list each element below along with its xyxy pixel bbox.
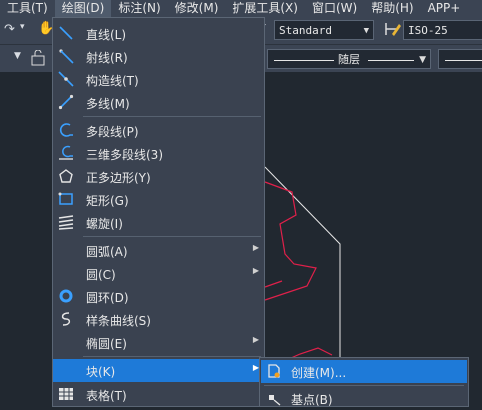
- menu-tools[interactable]: 工具(T): [0, 0, 55, 17]
- submenu-item-create-block[interactable]: 创建(M)...: [261, 360, 467, 383]
- menu-extended-tools[interactable]: 扩展工具(X): [225, 0, 305, 17]
- menu-item-label: 多线(M): [86, 97, 130, 111]
- construction-line-icon: [58, 71, 74, 87]
- chevron-down-icon[interactable]: ▼: [14, 51, 21, 61]
- menu-dimension[interactable]: 标注(N): [111, 0, 167, 17]
- menu-item-polygon[interactable]: 正多边形(Y): [53, 165, 264, 188]
- line-icon: [59, 26, 73, 40]
- submenu-arrow-icon: ▶: [252, 243, 259, 252]
- menu-item-label: 圆弧(A): [86, 245, 128, 259]
- menu-item-block[interactable]: 块(K) ▶: [53, 359, 264, 382]
- base-point-icon: [269, 395, 281, 406]
- menu-item-label: 样条曲线(S): [86, 314, 151, 328]
- spline-icon: [61, 312, 71, 326]
- rectangle-icon: [58, 192, 73, 205]
- menu-window[interactable]: 窗口(W): [305, 0, 364, 17]
- menu-item-label: 正多边形(Y): [86, 171, 151, 185]
- redo-dropdown-icon[interactable]: ▾: [20, 22, 25, 32]
- block-submenu: 创建(M)... 基点(B): [259, 357, 469, 407]
- menu-item-ray[interactable]: 射线(R): [53, 45, 264, 68]
- menu-bar: 工具(T) 绘图(D) 标注(N) 修改(M) 扩展工具(X) 窗口(W) 帮助…: [0, 0, 482, 17]
- menu-app-plus[interactable]: APP+: [421, 0, 468, 17]
- menu-item-circle[interactable]: 圆(C) ▶: [53, 262, 264, 285]
- multiline-icon: [58, 94, 74, 110]
- menu-item-construction-line[interactable]: 构造线(T): [53, 68, 264, 91]
- ray-icon: [59, 49, 74, 64]
- create-block-icon: [268, 364, 280, 378]
- menu-item-label: 基点(B): [291, 393, 333, 407]
- menu-item-label: 三维多段线(3): [86, 148, 163, 162]
- menu-item-label: 矩形(G): [86, 194, 129, 208]
- menu-item-donut[interactable]: 圆环(D): [53, 285, 264, 308]
- lineweight-preview: [445, 60, 482, 61]
- menu-item-label: 表格(T): [86, 389, 127, 403]
- menu-item-arc[interactable]: 圆弧(A) ▶: [53, 239, 264, 262]
- menu-separator: [83, 356, 261, 357]
- red-polyline-upper: [264, 181, 317, 301]
- menu-draw[interactable]: 绘图(D): [54, 0, 112, 17]
- submenu-item-base-point[interactable]: 基点(B): [261, 387, 467, 410]
- menu-item-label: 直线(L): [86, 28, 127, 42]
- menu-item-multiline[interactable]: 多线(M): [53, 91, 264, 114]
- text-style-select[interactable]: Standard ▼: [274, 20, 374, 40]
- menu-item-rectangle[interactable]: 矩形(G): [53, 188, 264, 211]
- menu-item-label: 射线(R): [86, 51, 128, 65]
- menu-separator: [264, 385, 464, 386]
- menu-item-label: 螺旋(I): [86, 217, 123, 231]
- red-polyline-stub: [264, 280, 283, 288]
- lineweight-select[interactable]: [438, 49, 482, 69]
- submenu-arrow-icon: ▶: [252, 335, 259, 344]
- menu-item-3d-polyline[interactable]: 三维多段线(3): [53, 142, 264, 165]
- linetype-select[interactable]: 随层 ▼: [267, 49, 431, 69]
- layer-state-icon[interactable]: [30, 49, 46, 70]
- menu-item-label: 圆环(D): [86, 291, 129, 305]
- menu-item-polyline[interactable]: 多段线(P): [53, 119, 264, 142]
- menu-help[interactable]: 帮助(H): [364, 0, 420, 17]
- dimension-style-select[interactable]: ISO-25: [403, 20, 482, 40]
- linetype-value: 随层: [338, 53, 360, 66]
- menu-item-label: 多段线(P): [86, 125, 139, 139]
- menu-item-label: 块(K): [86, 365, 116, 379]
- menu-separator: [83, 236, 261, 237]
- polyline-icon: [59, 123, 73, 137]
- linetype-preview-tail: [368, 60, 414, 61]
- menu-item-helix[interactable]: 螺旋(I): [53, 211, 264, 234]
- menu-item-ellipse[interactable]: 椭圆(E) ▶: [53, 331, 264, 354]
- menu-item-table[interactable]: 表格(T): [53, 383, 264, 406]
- menu-item-label: 椭圆(E): [86, 337, 127, 351]
- 3d-polyline-icon: [59, 145, 73, 160]
- text-style-value: Standard: [279, 24, 332, 37]
- menu-item-label: 构造线(T): [86, 74, 139, 88]
- menu-modify[interactable]: 修改(M): [168, 0, 226, 17]
- chevron-down-icon: ▼: [419, 55, 426, 65]
- menu-item-label: 圆(C): [86, 268, 116, 282]
- polygon-icon: [59, 169, 73, 183]
- menu-item-spline[interactable]: 样条曲线(S): [53, 308, 264, 331]
- menu-item-label: 创建(M)...: [291, 366, 347, 380]
- dimension-style-icon[interactable]: [384, 20, 402, 42]
- redo-icon[interactable]: ↷: [4, 22, 15, 37]
- table-icon: [59, 388, 73, 400]
- donut-icon: [59, 289, 73, 303]
- chevron-down-icon: ▼: [363, 26, 369, 36]
- submenu-arrow-icon: ▶: [252, 266, 259, 275]
- menu-separator: [83, 116, 261, 117]
- draw-menu-dropdown: 直线(L) 射线(R) 构造线(T) 多线(M) 多段线(P) 三维多段线(3)…: [52, 17, 265, 407]
- menu-item-line[interactable]: 直线(L): [53, 22, 264, 45]
- dimension-style-value: ISO-25: [408, 24, 448, 37]
- linetype-preview: [274, 60, 334, 61]
- helix-icon: [58, 215, 74, 230]
